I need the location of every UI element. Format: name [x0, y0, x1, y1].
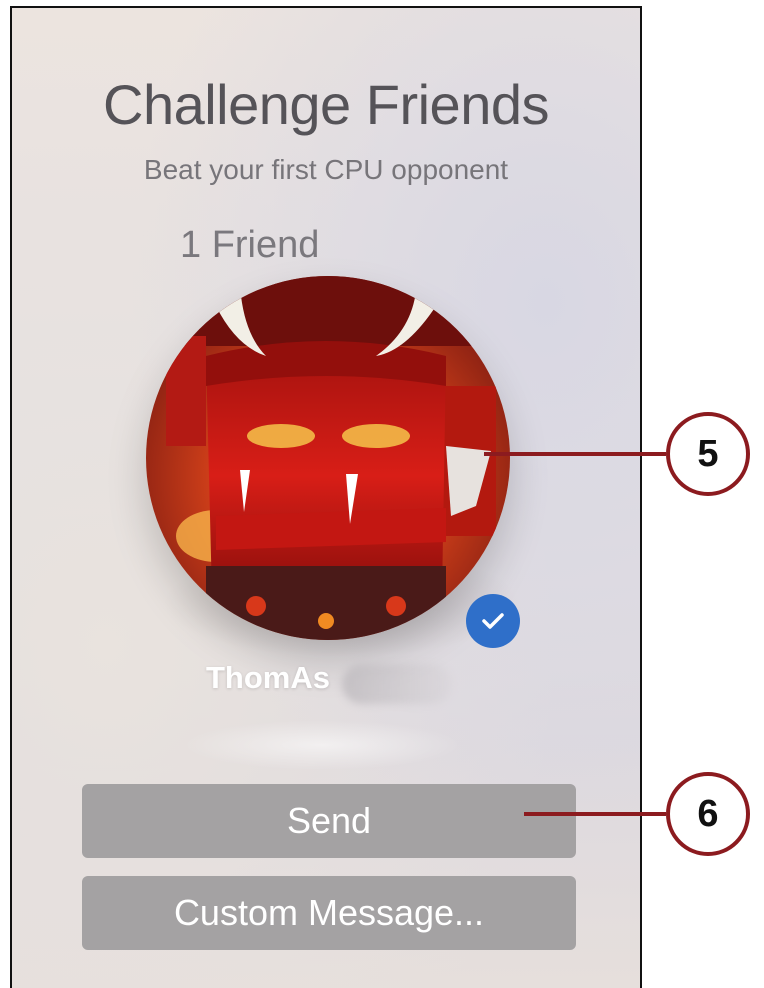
custom-message-button[interactable]: Custom Message...: [82, 876, 576, 950]
callout-5-line: [484, 452, 666, 456]
page-title: Challenge Friends: [103, 73, 549, 136]
friend-count-label: 1 Friend: [180, 224, 320, 266]
floor-reflection: [182, 720, 462, 770]
send-button[interactable]: Send: [82, 784, 576, 858]
game-center-screen: Challenge Friends Beat your first CPU op…: [10, 6, 642, 988]
devil-avatar-icon: [146, 276, 510, 640]
page-subtitle: Beat your first CPU opponent: [143, 154, 509, 185]
friend-avatar[interactable]: [146, 276, 510, 640]
callout-5-marker: 5: [666, 412, 750, 496]
selected-checkmark-icon: [466, 594, 520, 648]
friend-name: ThomAs: [206, 660, 330, 695]
callout-6-line: [524, 812, 666, 816]
name-redaction-blur: [342, 664, 452, 704]
callout-6-marker: 6: [666, 772, 750, 856]
